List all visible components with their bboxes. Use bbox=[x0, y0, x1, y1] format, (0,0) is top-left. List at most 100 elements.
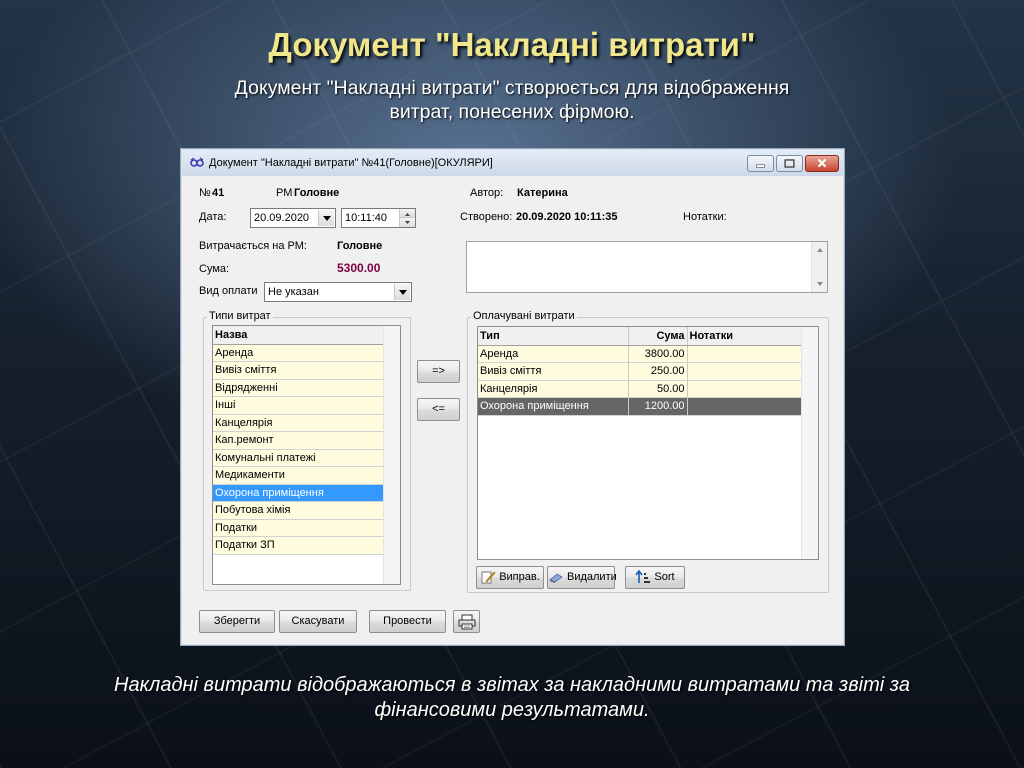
spin-up-button[interactable] bbox=[400, 209, 415, 218]
table-row[interactable]: Медикаменти bbox=[213, 466, 384, 485]
table-row[interactable]: Аренда bbox=[213, 344, 384, 362]
table-row[interactable]: Канцелярія bbox=[213, 414, 384, 432]
table-row[interactable]: Вивіз сміття 250.00 bbox=[478, 362, 805, 381]
sort-button-label: Sort bbox=[654, 571, 675, 583]
cancel-button[interactable]: Скасувати bbox=[279, 610, 357, 633]
table-row[interactable]: Податки ЗП bbox=[213, 536, 384, 555]
add-expense-button[interactable]: => bbox=[417, 360, 460, 383]
table-row[interactable]: Вивіз сміття bbox=[213, 361, 384, 380]
expense-type-cell[interactable]: Податки bbox=[213, 519, 384, 537]
window-title: Документ "Накладні витрати" №41(Головне)… bbox=[209, 157, 493, 169]
edit-pencil-icon bbox=[481, 571, 496, 584]
date-picker[interactable]: 20.09.2020 bbox=[250, 208, 336, 228]
paid-type-cell[interactable]: Вивіз сміття bbox=[478, 362, 629, 381]
expense-type-cell[interactable]: Кап.ремонт bbox=[213, 431, 384, 450]
window-titlebar[interactable]: Документ "Накладні витрати" №41(Головне)… bbox=[182, 150, 843, 176]
maximize-icon bbox=[784, 159, 795, 168]
paid-sum-cell[interactable]: 1200.00 bbox=[628, 397, 688, 416]
spin-down-button[interactable] bbox=[400, 218, 415, 227]
delete-button[interactable]: Видалити bbox=[547, 566, 617, 589]
payment-type-select[interactable]: Не указан bbox=[264, 282, 412, 302]
maximize-button[interactable] bbox=[776, 155, 803, 172]
paid-expenses-group-label: Оплачувані витрати bbox=[471, 310, 577, 322]
expense-type-cell[interactable]: Медикаменти bbox=[213, 466, 384, 485]
paid-type-cell[interactable]: Охорона приміщення bbox=[478, 397, 629, 416]
printer-icon bbox=[458, 614, 475, 630]
slide-footer: Накладні витрати відображаються в звітах… bbox=[114, 674, 910, 721]
paid-expenses-grid[interactable]: Тип Сума Нотатки Аренда 3800.00 Вивіз сміт… bbox=[477, 326, 819, 560]
paid-notes-cell[interactable] bbox=[687, 345, 805, 363]
rm-label: РМ bbox=[276, 187, 293, 199]
table-row[interactable]: Комунальні платежі bbox=[213, 449, 384, 467]
table-row[interactable]: Охорона приміщення bbox=[213, 484, 384, 502]
notes-scrollbar[interactable] bbox=[811, 242, 827, 292]
table-row[interactable]: Аренда 3800.00 bbox=[478, 345, 805, 363]
paid-scrollbar[interactable] bbox=[801, 327, 818, 559]
date-label: Дата: bbox=[199, 211, 227, 223]
types-scrollbar[interactable] bbox=[383, 326, 400, 584]
types-column-header[interactable]: Назва bbox=[213, 326, 384, 345]
time-field[interactable]: 10:11:40 bbox=[341, 208, 416, 228]
expense-type-cell[interactable]: Інші bbox=[213, 396, 384, 415]
author-label: Автор: bbox=[470, 187, 504, 199]
time-spinner[interactable] bbox=[399, 209, 415, 227]
document-number: 41 bbox=[212, 187, 225, 199]
column-header-type[interactable]: Тип bbox=[478, 327, 629, 346]
expense-type-cell[interactable]: Податки ЗП bbox=[213, 536, 384, 555]
expense-type-cell[interactable]: Відрядженні bbox=[213, 379, 384, 397]
save-button[interactable]: Зберегти bbox=[199, 610, 275, 633]
table-row[interactable]: Інші bbox=[213, 396, 384, 415]
author-value: Катерина bbox=[517, 187, 568, 199]
table-row[interactable]: Кап.ремонт bbox=[213, 431, 384, 450]
delete-button-label: Видалити bbox=[567, 571, 617, 583]
table-row[interactable]: Охорона приміщення 1200.00 bbox=[478, 397, 805, 416]
payment-dropdown-button[interactable] bbox=[394, 284, 410, 300]
paid-sum-cell[interactable]: 50.00 bbox=[628, 380, 688, 398]
remove-expense-button[interactable]: <= bbox=[417, 398, 460, 421]
payment-type-value: Не указан bbox=[268, 286, 319, 298]
glasses-icon bbox=[190, 157, 204, 167]
document-window: Документ "Накладні витрати" №41(Головне)… bbox=[180, 148, 845, 646]
table-row[interactable]: Побутова хімія bbox=[213, 501, 384, 520]
paid-sum-cell[interactable]: 250.00 bbox=[628, 362, 688, 381]
date-dropdown-button[interactable] bbox=[318, 210, 334, 226]
print-button[interactable] bbox=[453, 610, 480, 633]
post-button[interactable]: Провести bbox=[369, 610, 446, 633]
number-label: № bbox=[199, 187, 211, 199]
sum-label: Сума: bbox=[199, 263, 230, 275]
edit-button[interactable]: Виправ. bbox=[476, 566, 544, 589]
expense-type-cell[interactable]: Аренда bbox=[213, 344, 384, 362]
expense-types-grid[interactable]: Назва Аренда Вивіз сміття Відрядженні Інші К… bbox=[212, 325, 401, 585]
column-header-notes[interactable]: Нотатки bbox=[687, 327, 805, 346]
chevron-down-icon bbox=[399, 290, 407, 295]
close-button[interactable] bbox=[805, 155, 839, 172]
scroll-down-icon bbox=[817, 282, 823, 286]
paid-sum-cell[interactable]: 3800.00 bbox=[628, 345, 688, 363]
column-header-sum[interactable]: Сума bbox=[628, 327, 688, 346]
table-row[interactable]: Податки bbox=[213, 519, 384, 537]
edit-button-label: Виправ. bbox=[499, 571, 540, 583]
table-row[interactable]: Відрядженні bbox=[213, 379, 384, 397]
paid-notes-cell[interactable] bbox=[687, 397, 805, 416]
sort-button[interactable]: Sort bbox=[625, 566, 685, 589]
expense-type-cell[interactable]: Вивіз сміття bbox=[213, 361, 384, 380]
sum-value: 5300.00 bbox=[337, 261, 381, 275]
notes-label: Нотатки: bbox=[683, 211, 727, 223]
minimize-icon bbox=[756, 164, 765, 168]
expense-type-cell[interactable]: Комунальні платежі bbox=[213, 449, 384, 467]
paid-notes-cell[interactable] bbox=[687, 380, 805, 398]
expense-type-cell[interactable]: Охорона приміщення bbox=[213, 484, 384, 502]
expense-type-cell[interactable]: Побутова хімія bbox=[213, 501, 384, 520]
slide-subtitle: Документ "Накладні витрати" створюється … bbox=[234, 77, 790, 123]
spent-on-label: Витрачається на РМ: bbox=[199, 240, 307, 252]
paid-type-cell[interactable]: Канцелярія bbox=[478, 380, 629, 398]
expense-type-cell[interactable]: Канцелярія bbox=[213, 414, 384, 432]
chevron-down-icon bbox=[323, 216, 331, 221]
rm-value: Головне bbox=[294, 187, 340, 199]
minimize-button[interactable] bbox=[747, 155, 774, 172]
notes-textarea[interactable] bbox=[466, 241, 828, 293]
paid-type-cell[interactable]: Аренда bbox=[478, 345, 629, 363]
paid-notes-cell[interactable] bbox=[687, 362, 805, 381]
spent-on-value: Головне bbox=[337, 240, 383, 252]
table-row[interactable]: Канцелярія 50.00 bbox=[478, 380, 805, 398]
